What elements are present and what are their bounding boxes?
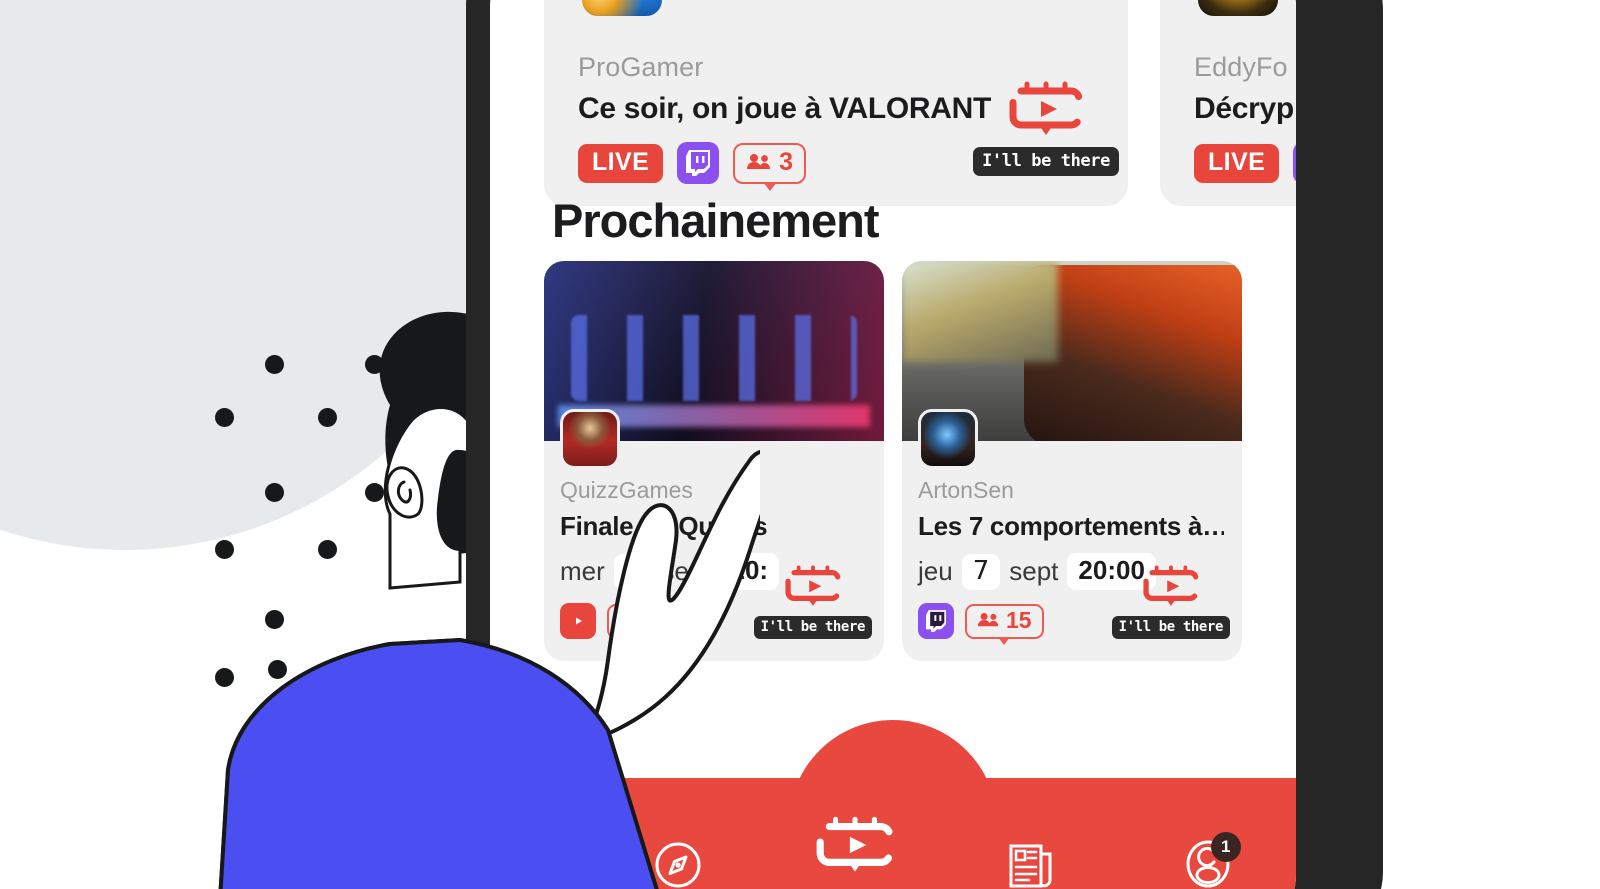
twitch-icon xyxy=(918,603,954,639)
event-title: Finale du Quizz s xyxy=(560,511,768,541)
live-cards-row[interactable]: ProGamer Ce soir, on joue à VALORANT LIV… xyxy=(544,0,1296,206)
attendees-count: 3 xyxy=(779,147,794,176)
profile-icon: 1 xyxy=(1183,832,1241,889)
attend-tooltip: I'll be there xyxy=(1111,616,1230,639)
active-page-dot xyxy=(533,879,547,889)
calendar-play-icon xyxy=(1143,565,1199,606)
attendees-badge: 15 xyxy=(965,603,1044,645)
attend-tooltip: I'll be there xyxy=(973,147,1119,176)
calendar-play-icon xyxy=(785,565,841,606)
notification-badge: 1 xyxy=(1210,832,1241,862)
channel-name: EddyFo xyxy=(1194,52,1288,82)
attend-action[interactable]: I'll be there xyxy=(1111,563,1230,639)
twitch-icon xyxy=(677,142,720,184)
people-icon xyxy=(977,612,999,627)
event-title: Les 7 comportements à… xyxy=(918,511,1224,541)
attend-action[interactable]: I'll be there xyxy=(753,563,872,639)
nav-item-explore[interactable]: explore xyxy=(590,840,767,889)
phone-screen: ProGamer Ce soir, on joue à VALORANT LIV… xyxy=(490,0,1296,889)
event-weekday: mer xyxy=(560,556,605,586)
nav-item-news[interactable]: news xyxy=(943,840,1120,889)
calendar-play-icon xyxy=(813,814,897,878)
people-icon xyxy=(619,612,641,627)
card-badges: LIVE xyxy=(1194,142,1296,184)
attendees-count: 15 xyxy=(1006,606,1032,633)
event-weekday: jeu xyxy=(918,556,953,586)
people-icon xyxy=(747,154,771,169)
newspaper-icon xyxy=(1007,840,1055,889)
compass-icon xyxy=(653,840,703,889)
event-month: sept xyxy=(1009,556,1059,586)
nav-item-my-calendr[interactable]: my calendr xyxy=(767,814,944,889)
event-month: sept xyxy=(661,556,711,586)
upcoming-card-quizzgames[interactable]: QuizzGames Finale du Quizz s mer 6 sept … xyxy=(544,261,884,661)
attend-action[interactable]: I'll be there xyxy=(973,79,1119,176)
attendees-badge: 3 xyxy=(733,142,807,191)
upcoming-card-artonsen[interactable]: ArtonSen Les 7 comportements à… jeu 7 se… xyxy=(902,261,1242,661)
calendar-play-icon xyxy=(1009,81,1083,135)
event-title: Décryp xyxy=(1194,92,1294,125)
channel-name: QuizzGames xyxy=(560,477,693,503)
live-badge: LIVE xyxy=(578,143,664,183)
attend-tooltip: I'll be there xyxy=(753,616,872,639)
nav-active-indicator-slot xyxy=(490,879,590,889)
live-card-progamer[interactable]: ProGamer Ce soir, on joue à VALORANT LIV… xyxy=(544,0,1128,206)
channel-name: ArtonSen xyxy=(918,477,1014,503)
bottom-navigation: explore my calendr xyxy=(490,720,1297,889)
channel-avatar xyxy=(578,0,666,20)
event-day: 6 xyxy=(613,553,653,590)
channel-avatar xyxy=(1194,0,1282,20)
event-day: 7 xyxy=(961,553,1001,590)
attendees-count: 8 xyxy=(648,606,661,633)
attendees-badge: 8 xyxy=(607,603,673,645)
upcoming-cards-row[interactable]: QuizzGames Finale du Quizz s mer 6 sept … xyxy=(544,261,1242,661)
channel-avatar xyxy=(560,409,620,469)
channel-avatar xyxy=(918,409,978,469)
section-heading-upcoming: Prochainement xyxy=(552,194,880,247)
live-card-eddyfoot[interactable]: EddyFo Décryp LIVE xyxy=(1160,0,1296,206)
nav-item-my-profile[interactable]: 1 my profile xyxy=(1120,832,1297,889)
live-badge: LIVE xyxy=(1194,143,1280,183)
youtube-icon xyxy=(560,603,596,639)
twitch-icon xyxy=(1293,142,1296,184)
